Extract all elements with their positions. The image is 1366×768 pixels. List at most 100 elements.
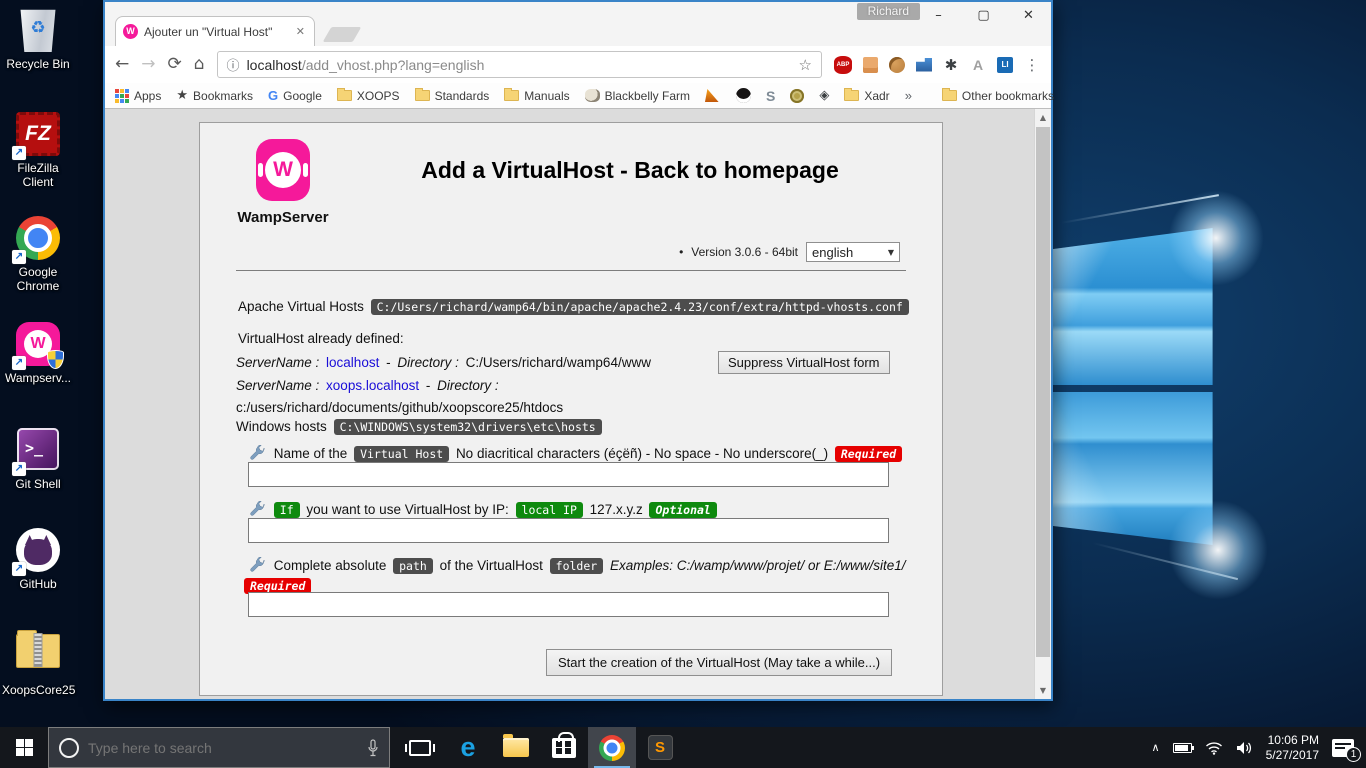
chrome-window: W Ajouter un "Virtual Host" ✕ Richard – … <box>103 0 1054 701</box>
directory-label: Directory : <box>437 378 499 393</box>
language-select[interactable]: english ▼ <box>806 242 900 262</box>
task-view-button[interactable] <box>396 727 444 768</box>
desktop-icon-google-chrome[interactable]: ↗ Google Chrome <box>2 216 74 293</box>
cookie-extension-icon[interactable] <box>889 56 905 73</box>
bookmark-s-site[interactable]: S <box>766 88 775 104</box>
google-g-icon: G <box>268 88 279 103</box>
shortcut-arrow-icon: ↗ <box>12 462 26 476</box>
taskbar-edge[interactable]: e <box>444 727 492 768</box>
close-button[interactable]: ✕ <box>1006 2 1051 29</box>
taskbar-clock[interactable]: 10:06 PM 5/27/2017 <box>1266 733 1319 763</box>
bookmark-folder-xoops[interactable]: XOOPS <box>336 88 400 103</box>
vhost-path-input[interactable] <box>248 592 889 617</box>
bookmark-folder-xadr[interactable]: Xadr <box>844 88 890 103</box>
desktop-icon-github[interactable]: ↗ GitHub <box>2 528 74 591</box>
url-host: localhost <box>246 56 302 73</box>
file-explorer-icon <box>503 734 529 757</box>
star-icon: ★ <box>176 88 189 103</box>
shortcut-arrow-icon: ↗ <box>12 356 26 370</box>
other-bookmarks[interactable]: Other bookmarks <box>941 88 1054 103</box>
bookmarks-overflow-chevron[interactable]: » <box>905 88 912 103</box>
wallpaper-glow <box>1168 190 1264 286</box>
cortana-icon <box>59 737 79 758</box>
bookmark-folder-manuals[interactable]: Manuals <box>504 88 570 103</box>
back-button[interactable]: ← <box>115 56 129 73</box>
page-title[interactable]: Add a VirtualHost - Back to homepage <box>340 157 920 184</box>
suppress-vhost-form-button[interactable]: Suppress VirtualHost form <box>718 351 890 374</box>
vhost-name-input[interactable] <box>248 462 889 487</box>
bookmark-seal-site[interactable] <box>790 88 805 103</box>
vhost-ip-input[interactable] <box>248 518 889 543</box>
bookmark-folder-standards[interactable]: Standards <box>414 88 489 103</box>
desktop-icon-filezilla[interactable]: FZ ↗ FileZilla Client <box>2 112 74 189</box>
speaker-icon[interactable] <box>1236 741 1253 755</box>
profile-button[interactable]: Richard <box>856 3 920 20</box>
stylish-extension-icon[interactable] <box>916 57 932 72</box>
optional-badge: Optional <box>649 502 717 518</box>
desktop-icon-recycle-bin[interactable]: ♻ Recycle Bin <box>2 8 74 71</box>
maximize-button[interactable]: ▢ <box>961 2 1006 29</box>
windows-store-icon <box>552 731 576 758</box>
minimize-button[interactable]: – <box>916 2 961 29</box>
scrollbar-thumb[interactable] <box>1036 127 1050 657</box>
tampermonkey-icon[interactable] <box>862 56 878 73</box>
scroll-up-icon[interactable]: ▲ <box>1035 109 1051 126</box>
scrollbar[interactable]: ▲ ▼ <box>1034 109 1051 699</box>
reload-button[interactable]: ⟳ <box>168 56 182 73</box>
linkedin-extension-icon[interactable]: LI <box>997 56 1013 73</box>
page-info-icon[interactable]: ⓘ <box>227 55 240 74</box>
adblock-plus-icon[interactable]: ABP <box>834 55 852 74</box>
taskbar-sublime[interactable]: S <box>636 727 684 768</box>
chrome-menu-icon[interactable]: ⋮ <box>1023 56 1041 74</box>
vhost-link-localhost[interactable]: localhost <box>326 355 379 370</box>
taskbar-chrome[interactable] <box>588 727 636 768</box>
search-input[interactable] <box>88 739 358 756</box>
tab-close-icon[interactable]: ✕ <box>294 25 307 38</box>
bookmark-blackbelly-farm[interactable]: Blackbelly Farm <box>584 89 690 103</box>
bookmark-star-icon[interactable]: ☆ <box>799 56 812 74</box>
wrench-icon <box>250 501 265 516</box>
bookmark-diamond-site[interactable]: ◈ <box>819 88 829 103</box>
start-creation-button[interactable]: Start the creation of the VirtualHost (M… <box>546 649 893 676</box>
phpmyadmin-icon <box>704 89 719 102</box>
wampserver-logo: W <box>256 139 310 201</box>
extensions-row: ABP ✱ A LI ⋮ <box>834 55 1041 74</box>
bookmark-github[interactable] <box>735 88 751 103</box>
desktop-icon-label: Git Shell <box>15 477 61 491</box>
field-label-text: Name of the <box>273 446 348 461</box>
sheep-favicon <box>584 89 600 102</box>
folder-badge: folder <box>549 558 604 574</box>
examples-text: Examples: C:/wamp/www/projet/ or E:/www/… <box>609 558 906 573</box>
vhost-link-xoops-localhost[interactable]: xoops.localhost <box>326 378 419 393</box>
desktop-icon-git-shell[interactable]: >_ ↗ Git Shell <box>2 428 74 491</box>
virtual-host-badge: Virtual Host <box>354 446 450 462</box>
taskbar-search[interactable] <box>48 727 390 768</box>
desktop-icon-xoopscore25[interactable]: XoopsCore25 <box>2 628 75 697</box>
chevron-down-icon: ▼ <box>887 247 894 257</box>
scroll-down-icon[interactable]: ▼ <box>1035 682 1051 699</box>
bookmark-bookmarks[interactable]: ★ Bookmarks <box>176 88 253 103</box>
start-button[interactable] <box>0 727 48 768</box>
required-badge: Required <box>834 446 903 462</box>
bookmark-apps[interactable]: Apps <box>115 88 161 103</box>
browser-tab[interactable]: W Ajouter un "Virtual Host" ✕ <box>115 16 315 46</box>
bookmarks-bar: Apps ★ Bookmarks G Google XOOPS Standard… <box>105 83 1054 109</box>
address-bar[interactable]: ⓘ localhost/add_vhost.php?lang=english ☆ <box>216 51 822 78</box>
desktop-icon-wampserver[interactable]: W ↗ Wampserv... <box>2 322 74 385</box>
taskbar-file-explorer[interactable] <box>492 727 540 768</box>
taskbar-store[interactable] <box>540 727 588 768</box>
action-center-icon[interactable]: 1 <box>1332 738 1361 762</box>
disabled-extension-icon[interactable]: A <box>969 56 987 74</box>
apps-grid-icon <box>115 88 129 103</box>
hidden-icons-chevron[interactable]: ∧ <box>1152 741 1160 754</box>
desktop-icon-label: FileZilla Client <box>17 161 59 189</box>
gear-extension-icon[interactable]: ✱ <box>942 56 960 74</box>
wifi-icon[interactable] <box>1205 741 1223 755</box>
wallpaper-glow <box>1168 500 1268 600</box>
bookmark-google[interactable]: G Google <box>268 88 322 103</box>
forward-button[interactable]: → <box>141 56 155 73</box>
home-button[interactable]: ⌂ <box>194 56 205 73</box>
new-tab-button[interactable] <box>322 27 362 42</box>
battery-icon[interactable] <box>1172 742 1194 753</box>
bookmark-phpmyadmin[interactable] <box>704 89 721 102</box>
